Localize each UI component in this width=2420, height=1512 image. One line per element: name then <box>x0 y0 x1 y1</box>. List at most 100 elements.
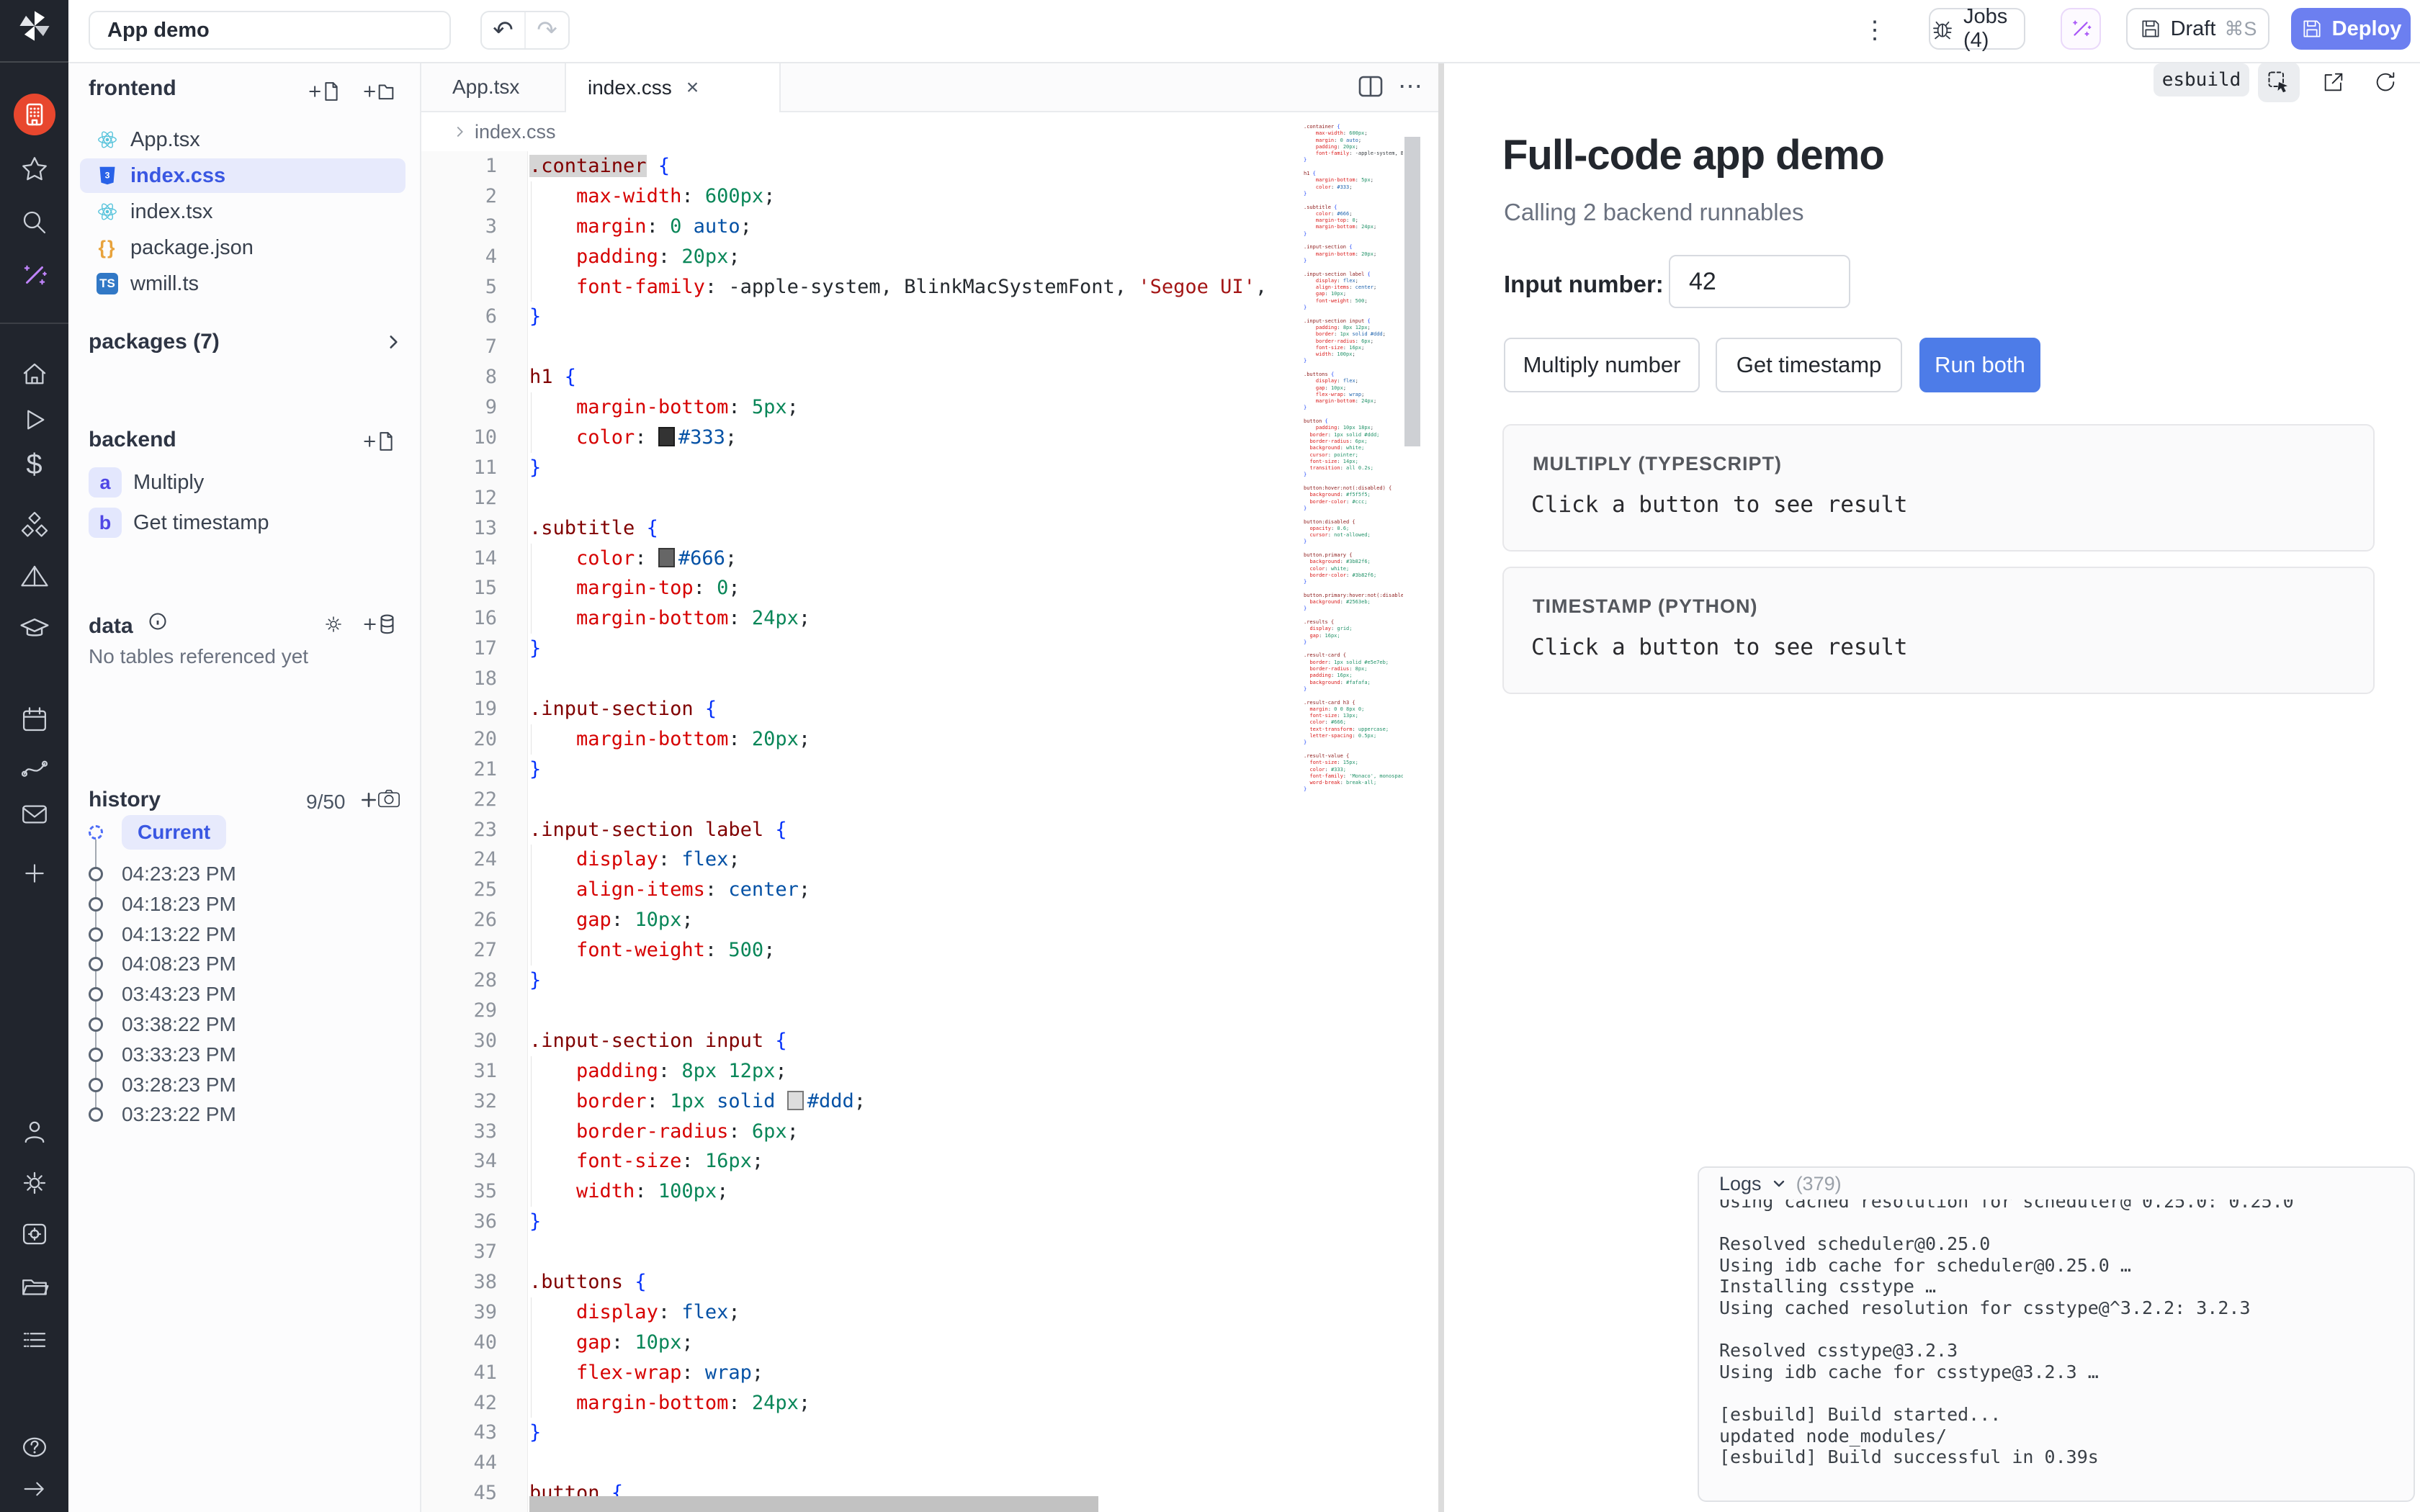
expand-arrow-icon[interactable] <box>0 1470 68 1508</box>
code-line[interactable]: 23.input-section label { <box>421 815 1438 845</box>
code-line-text[interactable]: padding: 20px; <box>497 242 740 272</box>
code-line-text[interactable] <box>497 785 529 815</box>
logs-body[interactable]: Using cached resolution for scheduler@^0… <box>1719 1200 2399 1495</box>
code-line[interactable]: 25 align-items: center; <box>421 875 1438 905</box>
code-line[interactable]: 28} <box>421 966 1438 996</box>
code-line[interactable]: 33 border-radius: 6px; <box>421 1117 1438 1147</box>
code-line-text[interactable]: font-family: -apple-system, BlinkMacSyst… <box>497 272 1267 302</box>
code-line[interactable]: 29 <box>421 996 1438 1026</box>
code-line-text[interactable]: align-items: center; <box>497 875 810 905</box>
code-line-text[interactable]: display: flex; <box>497 1297 740 1328</box>
code-line-text[interactable]: margin-bottom: 20px; <box>497 724 810 755</box>
code-line-text[interactable]: } <box>497 966 541 996</box>
tab-index-css[interactable]: index.css × <box>565 62 781 114</box>
folders-icon[interactable] <box>0 1268 68 1305</box>
history-entry[interactable]: 04:23:23 PM <box>89 863 236 886</box>
code-line-text[interactable]: } <box>497 755 541 785</box>
run-both-button[interactable]: Run both <box>1919 338 2040 392</box>
code-line[interactable]: 27 font-weight: 500; <box>421 935 1438 966</box>
code-line-text[interactable]: .input-section label { <box>497 815 787 845</box>
code-line[interactable]: 15 margin-top: 0; <box>421 573 1438 603</box>
code-line-text[interactable]: border: 1px solid #ddd; <box>497 1086 866 1117</box>
panel-resize-handle[interactable] <box>1438 62 1444 1512</box>
code-line-text[interactable]: font-weight: 500; <box>497 935 775 966</box>
graduation-cap-icon[interactable] <box>0 611 68 648</box>
code-line-text[interactable] <box>497 483 529 513</box>
help-icon[interactable] <box>0 1428 68 1466</box>
app-name-input[interactable]: App demo <box>89 11 451 50</box>
code-line[interactable]: 3 margin: 0 auto; <box>421 212 1438 242</box>
code-line[interactable]: 30.input-section input { <box>421 1026 1438 1056</box>
add-plus-icon[interactable] <box>0 855 68 892</box>
code-line-text[interactable]: margin-bottom: 24px; <box>497 1388 810 1418</box>
code-line[interactable]: 14 color: #666; <box>421 544 1438 574</box>
more-menu-button[interactable]: ⋮ <box>1860 10 1889 50</box>
draft-save-button[interactable]: Draft ⌘S <box>2126 8 2269 50</box>
code-line-text[interactable]: } <box>497 1207 541 1237</box>
code-line[interactable]: 5 font-family: -apple-system, BlinkMacSy… <box>421 272 1438 302</box>
code-line[interactable]: 19.input-section { <box>421 694 1438 724</box>
code-line-text[interactable]: border-radius: 6px; <box>497 1117 799 1147</box>
multiply-number-button[interactable]: Multiply number <box>1504 338 1700 392</box>
refresh-button[interactable] <box>2365 62 2406 102</box>
code-line-text[interactable]: .input-section { <box>497 694 717 724</box>
code-line[interactable]: 31 padding: 8px 12px; <box>421 1056 1438 1086</box>
packages-section[interactable]: packages (7) <box>89 330 220 354</box>
mail-icon[interactable] <box>0 796 68 833</box>
history-current[interactable]: Current <box>89 815 226 850</box>
history-entry[interactable]: 03:33:23 PM <box>89 1043 236 1066</box>
history-entry[interactable]: 03:28:23 PM <box>89 1074 236 1097</box>
code-line[interactable]: 36} <box>421 1207 1438 1237</box>
code-line[interactable]: 37 <box>421 1237 1438 1267</box>
tab-app-tsx[interactable]: App.tsx <box>431 62 541 112</box>
code-line-text[interactable]: display: flex; <box>497 845 740 875</box>
color-swatch[interactable] <box>658 548 675 567</box>
code-line-text[interactable]: gap: 10px; <box>497 1328 694 1358</box>
code-line[interactable]: 44 <box>421 1448 1438 1478</box>
code-line-text[interactable]: } <box>497 634 541 664</box>
code-line-text[interactable]: color: #666; <box>497 544 737 574</box>
code-line-text[interactable] <box>497 1448 529 1478</box>
code-line-text[interactable]: gap: 10px; <box>497 905 694 935</box>
list-icon[interactable] <box>0 1321 68 1359</box>
add-table-db-button[interactable] <box>362 611 395 637</box>
history-entry[interactable]: 04:13:22 PM <box>89 923 236 946</box>
backend-item-multiply[interactable]: aMultiply <box>80 465 405 500</box>
horizontal-scrollbar[interactable] <box>529 1496 1098 1512</box>
breadcrumb[interactable]: index.css <box>421 112 1438 151</box>
camera-icon[interactable] <box>377 788 401 809</box>
file-item-App.tsx[interactable]: App.tsx <box>80 122 405 157</box>
code-line-text[interactable]: margin-bottom: 5px; <box>497 392 799 423</box>
code-line-text[interactable]: h1 { <box>497 362 576 392</box>
history-entry[interactable]: 04:08:23 PM <box>89 953 236 976</box>
add-folder-button[interactable] <box>362 79 394 104</box>
code-line-text[interactable]: .input-section input { <box>497 1026 787 1056</box>
add-runnable-button[interactable] <box>362 429 394 454</box>
add-file-button[interactable] <box>308 79 339 104</box>
code-line[interactable]: 39 display: flex; <box>421 1297 1438 1328</box>
file-item-index.css[interactable]: 3index.css <box>80 158 405 193</box>
history-entry[interactable]: 03:38:22 PM <box>89 1013 236 1036</box>
code-line[interactable]: 10 color: #333; <box>421 423 1438 453</box>
code-line[interactable]: 7 <box>421 332 1438 362</box>
history-entry[interactable]: 03:23:22 PM <box>89 1103 236 1126</box>
color-swatch[interactable] <box>787 1091 804 1110</box>
code-line[interactable]: 24 display: flex; <box>421 845 1438 875</box>
code-line-text[interactable]: } <box>497 302 541 332</box>
code-line[interactable]: 41 flex-wrap: wrap; <box>421 1358 1438 1388</box>
code-line-text[interactable]: width: 100px; <box>497 1176 728 1207</box>
file-item-wmill.ts[interactable]: TSwmill.ts <box>80 266 405 301</box>
code-line-text[interactable]: } <box>497 1418 541 1448</box>
code-line[interactable]: 18 <box>421 664 1438 694</box>
code-line-text[interactable]: margin: 0 auto; <box>497 212 752 242</box>
ai-assistant-button[interactable] <box>2061 8 2101 50</box>
schedules-calendar-icon[interactable] <box>0 701 68 739</box>
color-swatch[interactable] <box>658 427 675 446</box>
close-tab-icon[interactable]: × <box>686 76 699 100</box>
resources-cubes-icon[interactable] <box>0 507 68 544</box>
code-line[interactable]: 40 gap: 10px; <box>421 1328 1438 1358</box>
code-line-text[interactable] <box>497 664 529 694</box>
number-input[interactable]: 42 <box>1669 255 1850 308</box>
chevron-right-icon[interactable] <box>384 333 403 351</box>
get-timestamp-button[interactable]: Get timestamp <box>1716 338 1902 392</box>
